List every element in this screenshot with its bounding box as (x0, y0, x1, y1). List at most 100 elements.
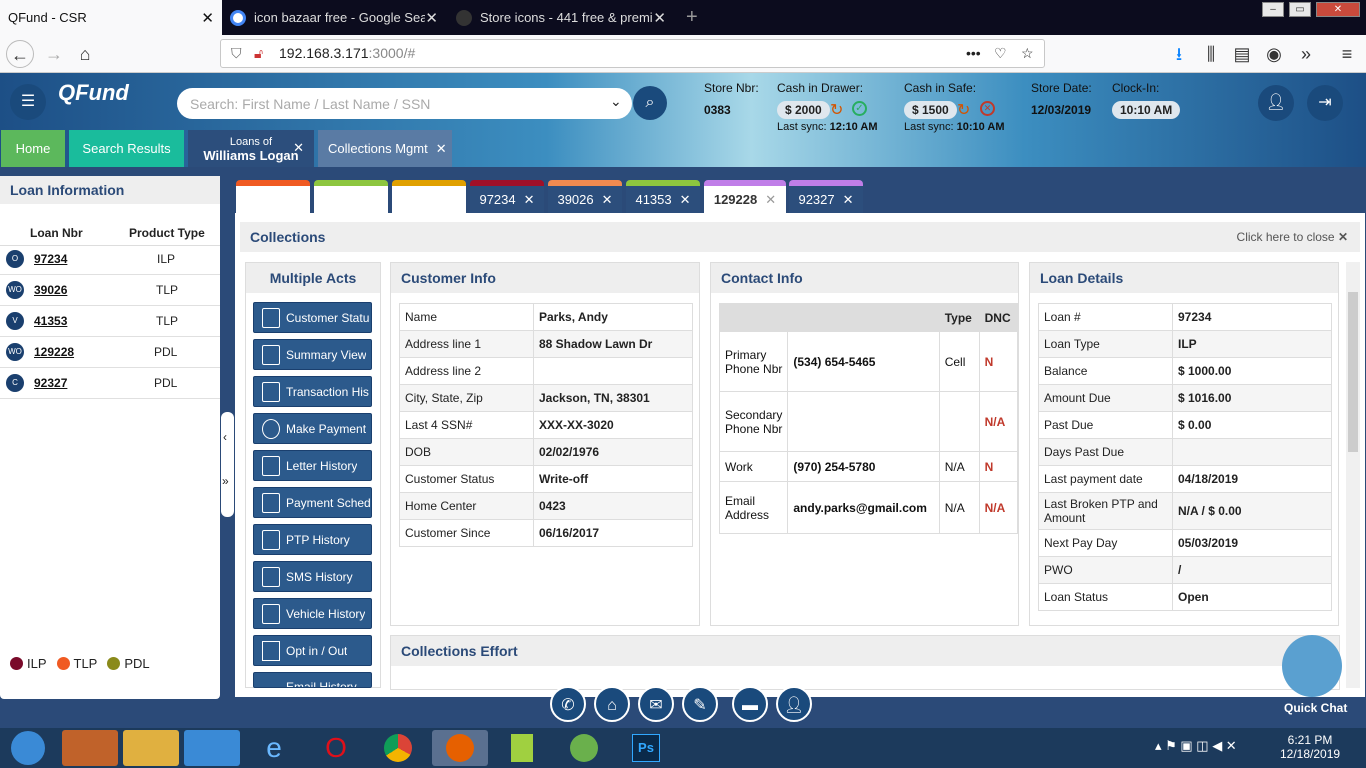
tab-loans[interactable]: Loans of Williams Logan ✕ (188, 130, 314, 167)
chevron-down-icon[interactable]: ⌄ (610, 93, 622, 110)
notepad-icon[interactable] (494, 730, 550, 766)
loan-tab-active[interactable]: 129228 ✕ (704, 180, 786, 213)
loan-row[interactable]: O 97234 ILP (0, 244, 220, 275)
close-icon[interactable]: ✕ (680, 192, 691, 208)
ptp-history-button[interactable]: PTP History (253, 524, 372, 555)
close-icon[interactable]: ✕ (843, 192, 854, 208)
loan-number-link[interactable]: 92327 (34, 376, 67, 390)
refresh-icon[interactable]: ↻ (830, 100, 843, 120)
summary-view-button[interactable]: Summary View (253, 339, 372, 370)
letter-history-button[interactable]: Letter History (253, 450, 372, 481)
loan-row[interactable]: V 41353 TLP (0, 306, 220, 337)
agent-avatar-icon[interactable] (1282, 635, 1342, 697)
home-icon[interactable]: ⌂ (71, 40, 99, 68)
user-profile-icon[interactable]: 👤︎ (1258, 85, 1294, 121)
opera-icon[interactable]: O (308, 730, 364, 766)
browser-tab-store-icons[interactable]: Store icons - 441 free & premiu ✕ (448, 0, 674, 35)
logout-icon[interactable]: ⇥ (1307, 85, 1343, 121)
ie-icon[interactable]: e (246, 730, 302, 766)
overflow-icon[interactable]: » (1292, 40, 1320, 68)
loan-tab-blank[interactable] (236, 180, 310, 213)
loan-row[interactable]: C 92327 PDL (0, 368, 220, 399)
quick-chat-label[interactable]: Quick Chat (1284, 701, 1347, 715)
phone-icon[interactable]: ✆ (550, 686, 586, 722)
make-payment-button[interactable]: Make Payment (253, 413, 372, 444)
edit-icon[interactable]: ✎ (682, 686, 718, 722)
loan-number-link[interactable]: 97234 (34, 252, 67, 266)
payment-schedule-button[interactable]: Payment Sched (253, 487, 372, 518)
email-history-button[interactable]: Email History (253, 672, 372, 688)
status-badge: C (6, 374, 24, 392)
browser-tab-google[interactable]: icon bazaar free - Google Searc ✕ (222, 0, 446, 35)
loan-tab[interactable]: 41353 ✕ (626, 180, 700, 213)
close-icon[interactable]: ✕ (293, 141, 304, 154)
person-icon[interactable]: 👤︎ (776, 686, 812, 722)
tab-collections-mgmt[interactable]: Collections Mgmt ✕ (318, 130, 452, 167)
loan-tab-blank[interactable] (314, 180, 388, 213)
hamburger-menu-icon[interactable]: ☰ (10, 84, 46, 120)
close-icon[interactable]: ✕ (436, 141, 447, 157)
vehicle-history-button[interactable]: Vehicle History (253, 598, 372, 629)
tab-search-results[interactable]: Search Results (69, 130, 184, 167)
scrollbar[interactable] (1346, 262, 1360, 688)
sidebar-icon[interactable]: ▤ (1228, 40, 1256, 68)
clock[interactable]: 6:21 PM 12/18/2019 (1280, 733, 1340, 761)
start-button[interactable] (0, 730, 56, 766)
forward-icon[interactable]: → (40, 40, 68, 68)
page-actions-icon[interactable]: ••• (966, 40, 981, 67)
firefox-icon[interactable] (432, 730, 488, 766)
card-icon[interactable]: ▬ (732, 686, 768, 722)
loan-tab[interactable]: 92327 ✕ (789, 180, 863, 213)
a-flag (1017, 391, 1018, 452)
close-icon[interactable]: ✕ (201, 9, 214, 27)
mail-icon[interactable]: ✉ (638, 686, 674, 722)
collapse-handle[interactable]: ‹ » (221, 412, 234, 517)
close-collections-button[interactable]: Click here to close ✕ (1237, 230, 1348, 244)
library-icon[interactable]: ⫼ (1197, 40, 1225, 68)
minimize-button[interactable]: – (1262, 2, 1284, 17)
chevron-left-icon[interactable]: ‹ (223, 430, 227, 444)
close-icon[interactable]: ✕ (765, 192, 776, 208)
url-bar[interactable]: ⛉ 🔓︎ 192.168.3.171:3000/# ••• ♡ ☆ (220, 39, 1045, 68)
bookmark-star-icon[interactable]: ☆ (1021, 40, 1034, 67)
close-icon[interactable]: ✕ (653, 9, 666, 27)
maximize-button[interactable]: ▭ (1289, 2, 1311, 17)
bank-icon[interactable]: ⌂ (594, 686, 630, 722)
transaction-history-button[interactable]: Transaction His (253, 376, 372, 407)
photoshop-icon[interactable]: Ps (618, 730, 674, 766)
close-window-button[interactable]: ✕ (1316, 2, 1360, 17)
chrome-icon[interactable] (370, 730, 426, 766)
outlook-icon[interactable] (62, 730, 118, 766)
scrollbar-thumb[interactable] (1348, 292, 1358, 452)
close-icon[interactable]: ✕ (425, 9, 438, 27)
search-icon[interactable]: ⌕ (633, 86, 667, 120)
pocket-icon[interactable]: ♡ (994, 40, 1007, 67)
customer-status-button[interactable]: Customer Statu (253, 302, 372, 333)
explorer-icon[interactable] (123, 730, 179, 766)
sms-history-button[interactable]: SMS History (253, 561, 372, 592)
loan-number-link[interactable]: 129228 (34, 345, 74, 359)
browser-tab-qfund[interactable]: QFund - CSR ✕ (0, 0, 222, 35)
loan-number-link[interactable]: 39026 (34, 283, 67, 297)
download-icon[interactable]: ⭳ (1165, 40, 1193, 68)
loan-number-link[interactable]: 41353 (34, 314, 67, 328)
close-icon[interactable]: ✕ (524, 192, 535, 208)
green-app-icon[interactable] (556, 730, 612, 766)
menu-icon[interactable]: ≡ (1333, 40, 1361, 68)
loan-tab-blank[interactable] (392, 180, 466, 213)
tray-icons[interactable]: ▴ ⚑ ▣ ◫ ◀ ✕ (1155, 738, 1237, 754)
loan-tab[interactable]: 39026 ✕ (548, 180, 622, 213)
new-tab-button[interactable]: + (678, 0, 708, 35)
back-icon[interactable]: ← (6, 40, 34, 68)
search-input[interactable]: Search: First Name / Last Name / SSN ⌄ (177, 88, 632, 119)
refresh-icon[interactable]: ↻ (957, 100, 970, 120)
account-icon[interactable]: ◉ (1260, 40, 1288, 68)
tab-home[interactable]: Home (1, 130, 65, 167)
loan-row[interactable]: WO 129228 PDL (0, 337, 220, 368)
close-icon[interactable]: ✕ (602, 192, 613, 208)
loan-row[interactable]: WO 39026 TLP (0, 275, 220, 306)
expand-icon[interactable]: » (222, 474, 229, 488)
opt-in-out-button[interactable]: Opt in / Out (253, 635, 372, 666)
upload-icon[interactable] (184, 730, 240, 766)
loan-tab[interactable]: 97234 ✕ (470, 180, 544, 213)
